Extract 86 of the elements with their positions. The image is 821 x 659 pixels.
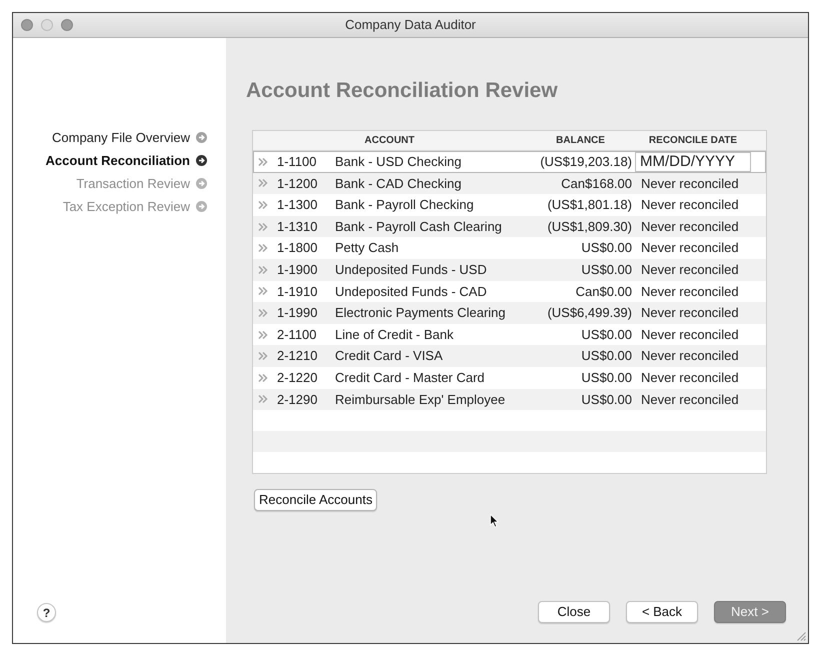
table-row[interactable]: 1-1900 Undeposited Funds - USD US$0.00 Never reconciled (253, 258, 766, 281)
table-cell-text: Line of Credit - Bank (335, 326, 454, 344)
table-cell-text: Never reconciled (640, 282, 739, 301)
table-cell-text: Never reconciled (640, 368, 739, 387)
table-cell-text: Bank - Payroll Checking (335, 196, 474, 214)
double-chevron-icon (258, 222, 268, 231)
double-chevron-icon (258, 200, 268, 209)
table-cell-text: Electronic Payments Clearing (335, 304, 506, 322)
table-cell-text: Bank - USD Checking (335, 153, 462, 172)
table-cell-text: Never reconciled (640, 239, 739, 258)
table-cell-text: 1-1100 (276, 153, 317, 172)
double-chevron-icon (258, 158, 268, 166)
table-cell-text: 2-1100 (276, 326, 317, 344)
arrow-circle-icon (196, 178, 207, 189)
table-cell-text: Petty Cash (335, 239, 399, 258)
table-cell-text: Never reconciled (640, 326, 739, 344)
page-heading: Account Reconciliation Review (246, 78, 559, 104)
column-header: BALANCE (556, 134, 605, 148)
table-cell-text: (US$1,801.18) (547, 196, 633, 214)
table-cell-text: Can$168.00 (561, 174, 633, 193)
table-cell-text: Credit Card - Master Card (335, 368, 485, 387)
table-cell-text: Undeposited Funds - USD (335, 261, 487, 280)
table-cell-text: 1-1310 (276, 218, 318, 236)
table-cell-text: 1-1200 (276, 174, 318, 193)
table-cell-text: US$0.00 (581, 390, 633, 409)
dialog-button[interactable]: Close (538, 601, 610, 623)
table-cell-text: 1-1900 (276, 261, 318, 280)
table-cell-text: 1-1800 (276, 239, 318, 258)
window-title: Company Data Auditor (345, 16, 476, 34)
window-close-button[interactable] (21, 19, 33, 31)
table-row[interactable]: 1-1310 Bank - Payroll Cash Clearing (US$1,809.30) Never reconciled (253, 216, 766, 238)
table-cell-text: Never reconciled (640, 390, 739, 409)
double-chevron-icon (258, 179, 268, 188)
table-cell-text: 1-1910 (276, 282, 318, 301)
column-header: ACCOUNT (364, 134, 416, 148)
table-cell-text: (US$6,499.39) (547, 304, 633, 322)
double-chevron-icon (258, 287, 268, 296)
table-cell-text: US$0.00 (581, 326, 633, 344)
resize-grip-icon (797, 632, 806, 641)
date-input-field[interactable]: MM/DD/YYYY (635, 152, 751, 172)
mouse-pointer-icon (490, 514, 499, 528)
arrow-circle-icon (196, 201, 207, 212)
table-cell-text: (US$1,809.30) (547, 218, 633, 236)
table-cell-text: 1-1300 (276, 196, 318, 214)
table-cell-text: Can$0.00 (576, 282, 633, 301)
table-cell-text: Never reconciled (640, 196, 739, 214)
table-row[interactable]: 2-1290 Reimbursable Exp' Employee US$0.00 Never reconciled (253, 388, 766, 410)
table-cell-text: Never reconciled (640, 218, 739, 236)
table-row[interactable]: 1-1990 Electronic Payments Clearing (US$6,499.39) Never reconciled (253, 302, 766, 324)
table-cell-text: (US$19,203.18) (540, 153, 633, 172)
column-header: RECONCILE DATE (648, 134, 738, 148)
double-chevron-icon (258, 330, 268, 339)
table-cell-text: US$0.00 (581, 239, 633, 258)
table-cell-text: 2-1220 (276, 368, 318, 387)
sidebar-item[interactable]: Company File Overview (52, 126, 207, 149)
sidebar-item[interactable]: Account Reconciliation (46, 149, 207, 172)
table-cell-text: Bank - CAD Checking (335, 174, 462, 193)
table-cell-text: Bank - Payroll Cash Clearing (335, 218, 502, 236)
table-row[interactable]: 2-1210 Credit Card - VISA US$0.00 Never reconciled (253, 345, 766, 367)
table-cell-text: 2-1210 (276, 347, 318, 366)
double-chevron-icon (258, 266, 268, 274)
double-chevron-icon (258, 308, 268, 317)
table-cell-text: Never reconciled (640, 347, 739, 366)
table-cell-text: Never reconciled (640, 304, 739, 322)
arrow-circle-icon (196, 132, 207, 143)
help-button[interactable]: ? (37, 603, 56, 622)
double-chevron-icon (258, 374, 268, 382)
table-row[interactable]: 1-1200 Bank - CAD Checking Can$168.00 Never reconciled (253, 172, 766, 194)
table-cell-text: 2-1290 (276, 390, 318, 409)
double-chevron-icon (258, 352, 268, 360)
table-cell-text: Never reconciled (640, 261, 739, 280)
table-cell-text: US$0.00 (581, 368, 633, 387)
table-cell-text: Undeposited Funds - CAD (335, 282, 487, 301)
table-cell-text: US$0.00 (581, 261, 633, 280)
arrow-circle-icon (196, 155, 207, 166)
table-row[interactable]: 1-1100 Bank - USD Checking (US$19,203.18) MM/DD/YYYY (253, 151, 766, 173)
table-cell-text: 1-1990 (276, 304, 318, 322)
window-zoom-button[interactable] (61, 19, 73, 31)
table-cell-text: US$0.00 (581, 347, 633, 366)
dialog-button[interactable]: < Back (626, 601, 698, 623)
double-chevron-icon (258, 395, 268, 404)
table-cell-text: Never reconciled (640, 174, 739, 193)
table-cell-text: Reimbursable Exp' Employee (335, 390, 506, 409)
reconcile-accounts-button[interactable]: Reconcile Accounts (254, 488, 378, 511)
table-cell-text: Credit Card - VISA (335, 347, 443, 366)
double-chevron-icon (258, 244, 268, 252)
